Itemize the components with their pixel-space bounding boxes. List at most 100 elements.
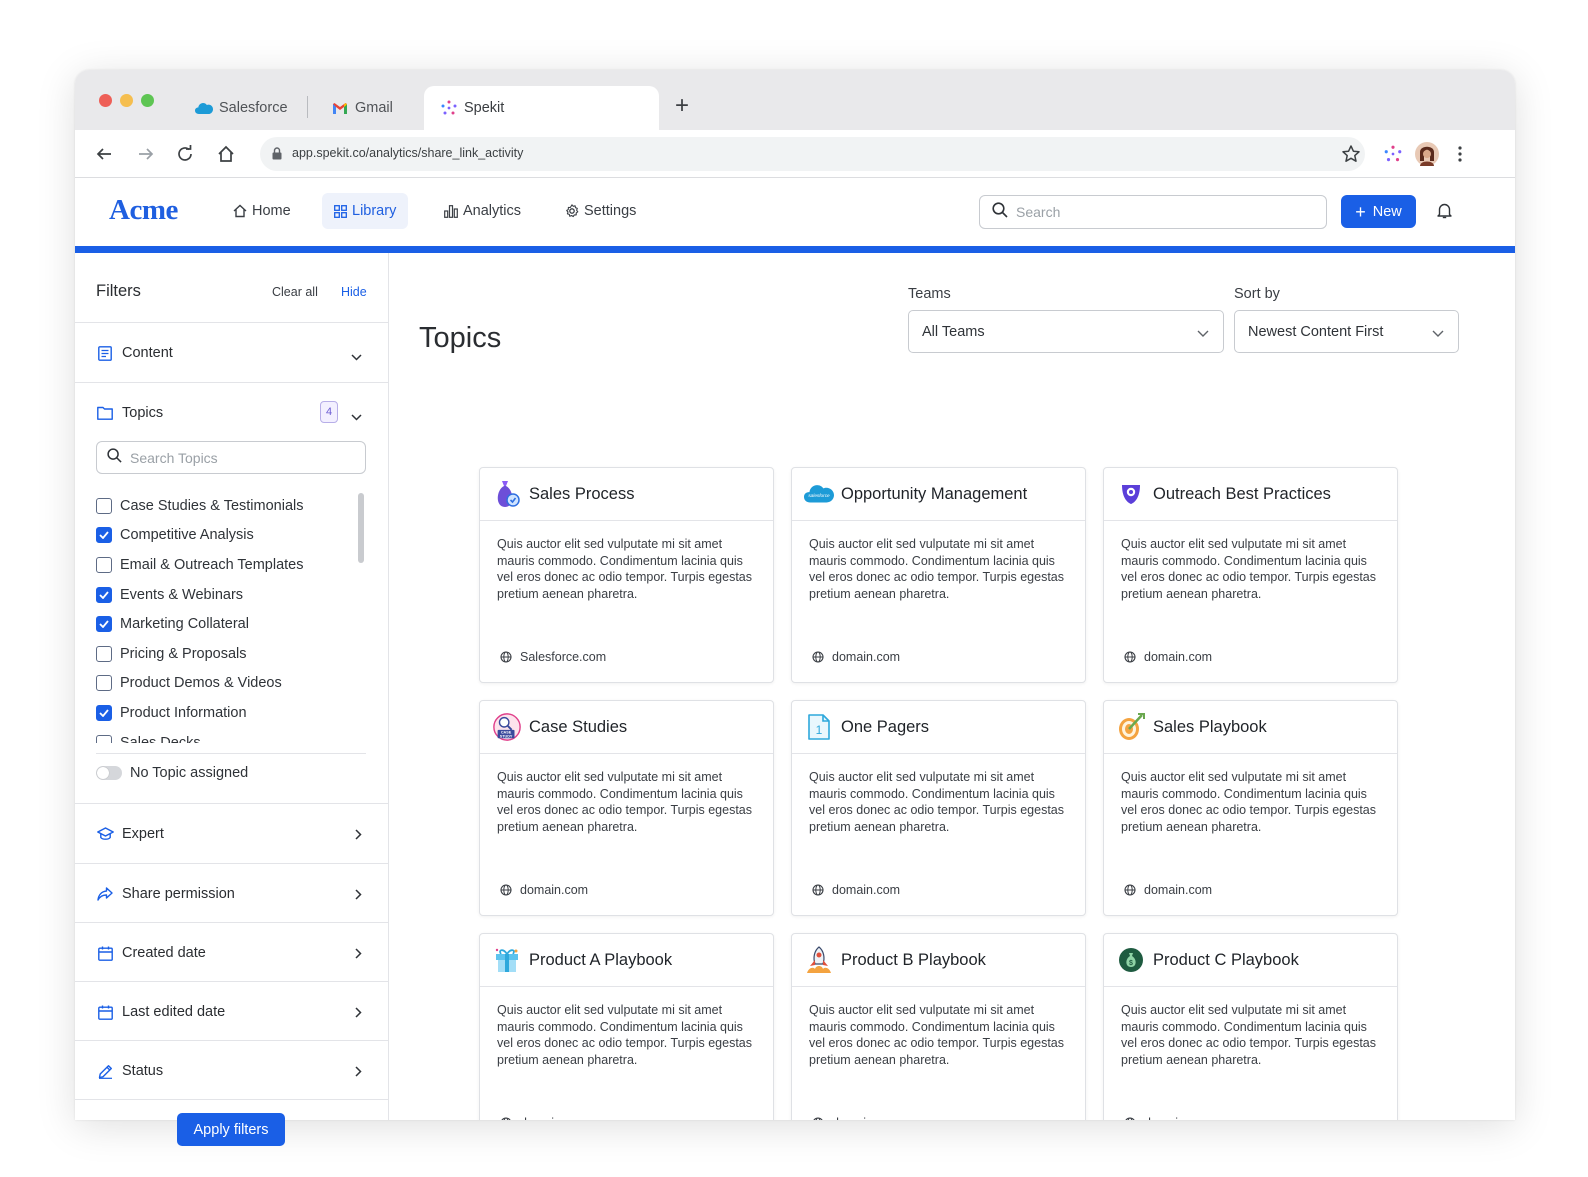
sort-select[interactable]: Newest Content First (1234, 310, 1459, 353)
card-source[interactable]: domain.com (812, 1116, 900, 1120)
bell-icon[interactable] (1437, 202, 1452, 224)
topic-card[interactable]: CASE STUDY Case Studies Quis auctor elit se… (479, 700, 774, 916)
close-window-button[interactable] (99, 94, 112, 107)
filter-section-content[interactable]: Content (75, 323, 388, 383)
topic-card[interactable]: Product B Playbook Quis auctor elit sed v… (791, 933, 1086, 1120)
card-title: Product A Playbook (529, 950, 673, 969)
checkbox-checked[interactable] (96, 527, 112, 544)
topic-checkbox-list: Case Studies & Testimonials Competitive A… (96, 491, 336, 743)
clear-all-link[interactable]: Clear all (272, 285, 318, 299)
checkbox-unchecked[interactable] (96, 675, 112, 692)
spekit-extension-icon[interactable] (1381, 142, 1405, 166)
checkbox-unchecked[interactable] (96, 497, 112, 514)
section-label: Expert (122, 826, 164, 842)
card-header: $ Product C Playbook (1104, 934, 1397, 987)
new-tab-button[interactable]: + (675, 94, 689, 118)
checkmark-icon (99, 531, 109, 540)
filter-section-last-edited-date[interactable]: Last edited date (75, 982, 388, 1041)
checkmark-icon (99, 709, 109, 717)
topic-card[interactable]: $ Product C Playbook Quis auctor elit sed … (1103, 933, 1398, 1120)
chevron-right-icon[interactable] (355, 946, 362, 964)
new-button[interactable]: + New (1341, 195, 1416, 228)
card-source[interactable]: Salesforce.com (500, 650, 606, 664)
globe-icon (1124, 1117, 1136, 1120)
topic-card[interactable]: 1 One Pagers Quis auctor elit sed vulputat… (791, 700, 1086, 916)
home-icon[interactable] (214, 142, 238, 166)
address-bar[interactable]: app.spekit.co/analytics/share_link_activ… (260, 137, 1365, 171)
filter-section-status[interactable]: Status (75, 1041, 388, 1100)
teams-select[interactable]: All Teams (908, 310, 1224, 353)
nav-library[interactable]: Library (322, 193, 409, 229)
card-source[interactable]: domain.com (500, 883, 588, 897)
tab-spekit[interactable]: Spekit (424, 86, 659, 130)
tab-salesforce[interactable]: Salesforce (195, 86, 288, 130)
checkbox-checked[interactable] (96, 704, 112, 721)
topic-card[interactable]: Product A Playbook Quis auctor elit sed v… (479, 933, 774, 1120)
no-topic-toggle-row[interactable]: No Topic assigned (96, 765, 248, 781)
topic-search[interactable] (96, 441, 366, 474)
more-vertical-icon[interactable] (1448, 142, 1472, 166)
forward-arrow-icon[interactable] (134, 142, 158, 166)
card-source[interactable]: domain.com (812, 650, 900, 664)
minimize-window-button[interactable] (120, 94, 133, 107)
svg-text:salesforce: salesforce (808, 493, 830, 498)
section-label: Content (122, 345, 173, 361)
nav-analytics[interactable]: Analytics (434, 193, 531, 229)
chevron-down-icon[interactable] (351, 348, 362, 366)
card-source[interactable]: domain.com (812, 883, 900, 897)
star-bookmark-icon[interactable] (1339, 142, 1363, 166)
chevron-right-icon[interactable] (355, 887, 362, 905)
topic-card[interactable]: Sales Process Quis auctor elit sed vulput… (479, 467, 774, 683)
checkbox-unchecked[interactable] (96, 556, 112, 573)
chevron-right-icon[interactable] (355, 827, 362, 845)
topic-checkbox-row[interactable]: Product Demos & Videos (96, 669, 336, 699)
apply-filters-button[interactable]: Apply filters (177, 1113, 285, 1146)
topic-checkbox-row[interactable]: Case Studies & Testimonials (96, 491, 336, 521)
checkbox-checked[interactable] (96, 586, 112, 603)
topic-checkbox-row[interactable]: Pricing & Proposals (96, 639, 336, 669)
reload-icon[interactable] (173, 142, 197, 166)
filter-section-expert[interactable]: Expert (75, 804, 388, 864)
avatar[interactable] (1415, 142, 1439, 166)
checkbox-unchecked[interactable] (96, 734, 112, 743)
card-source[interactable]: domain.com (1124, 883, 1212, 897)
money-bag-dark-icon: $ (1116, 945, 1146, 975)
chevron-right-icon[interactable] (355, 1064, 362, 1082)
search-input[interactable] (1016, 204, 1296, 220)
no-topic-toggle[interactable] (96, 766, 122, 780)
nav-label: Home (252, 203, 291, 219)
topic-checkbox-row[interactable]: Product Information (96, 698, 336, 728)
topic-checkbox-row[interactable]: Competitive Analysis (96, 521, 336, 551)
chevron-right-icon[interactable] (355, 1005, 362, 1023)
checkbox-unchecked[interactable] (96, 645, 112, 662)
topic-checkbox-row[interactable]: Email & Outreach Templates (96, 550, 336, 580)
card-source[interactable]: domain.com (1124, 1116, 1212, 1120)
filter-section-created-date[interactable]: Created date (75, 923, 388, 982)
topic-card[interactable]: Sales Playbook Quis auctor elit sed vulpu… (1103, 700, 1398, 916)
case-study-icon: CASE STUDY (492, 712, 522, 742)
nav-settings[interactable]: Settings (555, 193, 646, 229)
topic-card[interactable]: Outreach Best Practices Quis auctor elit … (1103, 467, 1398, 683)
topic-card[interactable]: salesforce Opportunity Management Quis auc… (791, 467, 1086, 683)
topic-search-input[interactable] (130, 449, 350, 466)
acme-logo[interactable]: Acme (109, 194, 178, 227)
nav-home[interactable]: Home (223, 193, 301, 229)
topic-checkbox-row[interactable]: Events & Webinars (96, 580, 336, 610)
hide-filters-link[interactable]: Hide (341, 285, 367, 299)
chevron-down-icon[interactable] (351, 408, 362, 426)
checkbox-checked[interactable] (96, 616, 112, 633)
global-search[interactable] (979, 195, 1327, 229)
tab-gmail[interactable]: Gmail (331, 86, 393, 130)
topics-section-toggle[interactable]: Topics (96, 403, 163, 423)
topic-checkbox-row[interactable]: Marketing Collateral (96, 609, 336, 639)
maximize-window-button[interactable] (141, 94, 154, 107)
divider (96, 753, 366, 754)
topic-checkbox-row[interactable]: Sales Decks (96, 728, 336, 743)
card-description: Quis auctor elit sed vulputate mi sit am… (497, 537, 753, 601)
back-arrow-icon[interactable] (92, 142, 116, 166)
card-source[interactable]: domain.com (1124, 650, 1212, 664)
card-description: Quis auctor elit sed vulputate mi sit am… (1121, 770, 1377, 834)
topic-list-scrollbar[interactable] (358, 493, 364, 563)
filter-section-share-permission[interactable]: Share permission (75, 864, 388, 923)
card-source[interactable]: domain.com (500, 1116, 588, 1120)
